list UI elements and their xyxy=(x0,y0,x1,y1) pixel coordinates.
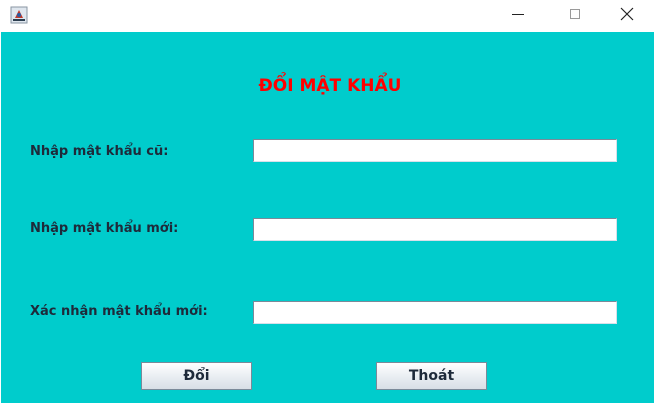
form-panel: ĐỔI MẬT KHẨU Nhập mật khẩu cũ: Nhập mật … xyxy=(1,32,654,403)
exit-button[interactable]: Thoát xyxy=(376,362,487,390)
confirm-password-field[interactable] xyxy=(253,301,617,324)
new-password-label: Nhập mật khẩu mới: xyxy=(30,221,179,236)
close-button[interactable] xyxy=(604,0,650,28)
maximize-icon xyxy=(570,9,580,19)
minimize-icon xyxy=(512,13,524,15)
page-title: ĐỔI MẬT KHẨU xyxy=(258,76,402,96)
java-cup-icon xyxy=(10,6,28,24)
close-icon xyxy=(620,7,634,21)
new-password-field[interactable] xyxy=(253,218,617,241)
old-password-label: Nhập mật khẩu cũ: xyxy=(30,144,169,159)
maximize-button[interactable] xyxy=(552,0,598,28)
minimize-button[interactable] xyxy=(495,0,541,28)
title-bar xyxy=(0,0,655,32)
confirm-password-label: Xác nhận mật khẩu mới: xyxy=(30,304,208,319)
old-password-field[interactable] xyxy=(253,139,617,162)
change-button[interactable]: Đổi xyxy=(141,362,252,390)
change-password-window: ĐỔI MẬT KHẨU Nhập mật khẩu cũ: Nhập mật … xyxy=(0,0,655,403)
